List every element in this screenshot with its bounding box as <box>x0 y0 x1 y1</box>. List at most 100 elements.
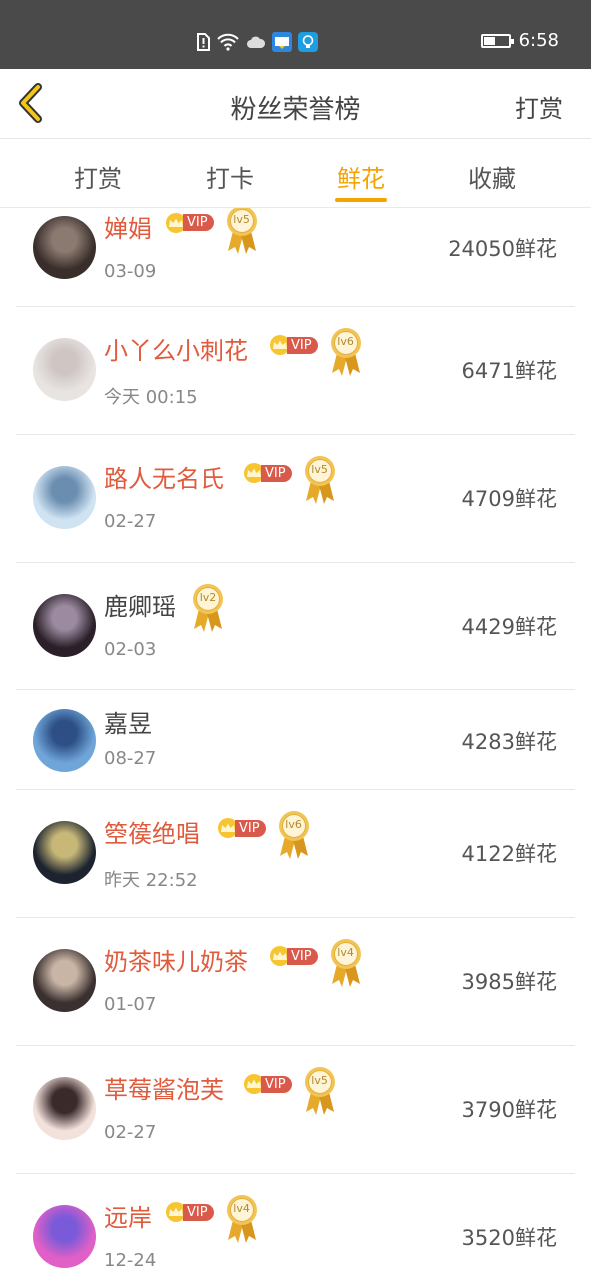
fan-date: 08-27 <box>104 748 157 769</box>
fan-date: 03-09 <box>104 260 157 282</box>
level-label: lv2 <box>199 590 217 604</box>
flower-count: 24050鲜花 <box>448 236 557 261</box>
vip-badge: VIP <box>242 463 292 483</box>
vip-label: VIP <box>287 947 318 965</box>
active-tab-indicator <box>335 198 387 202</box>
avatar[interactable] <box>33 1205 96 1268</box>
list-item[interactable]: 远岸 VIP lv4 12-24 3520鲜花 <box>0 1174 591 1280</box>
badges: VIP lv5 <box>242 455 338 505</box>
level-medal: lv4 <box>328 938 364 988</box>
vip-badge: VIP <box>268 946 318 966</box>
flower-count: 3520鲜花 <box>461 1226 557 1250</box>
level-medal: lv4 <box>224 1194 260 1244</box>
list-item[interactable]: 嘉昱 08-27 4283鲜花 <box>0 690 591 790</box>
level-medal: lv5 <box>302 1066 338 1116</box>
list-item[interactable]: 鹿卿瑶 lv2 02-03 4429鲜花 <box>0 563 591 690</box>
vip-label: VIP <box>287 336 318 354</box>
fan-name[interactable]: 小丫么小刺花 <box>104 331 248 366</box>
badges: VIP lv4 <box>164 1194 260 1244</box>
badges: VIP lv4 <box>268 938 364 988</box>
tab-checkin[interactable]: 打卡 <box>190 159 270 194</box>
fan-name[interactable]: 嘉昱 <box>104 704 152 739</box>
status-icons <box>196 32 318 52</box>
fan-date: 02-27 <box>104 1122 157 1143</box>
header: 粉丝荣誉榜 打赏 <box>0 69 591 139</box>
app-notification-icon <box>272 32 292 52</box>
battery-icon <box>480 33 514 48</box>
vip-label: VIP <box>261 464 292 482</box>
fan-name[interactable]: 奶茶味儿奶茶 <box>104 942 248 977</box>
fan-date: 02-27 <box>104 511 157 532</box>
avatar[interactable] <box>33 821 96 884</box>
wifi-icon <box>217 33 239 51</box>
clock: 6:58 <box>518 30 559 51</box>
flower-count: 4709鲜花 <box>461 487 557 511</box>
tab-favorites[interactable]: 收藏 <box>452 159 532 194</box>
vip-badge: VIP <box>268 335 318 355</box>
page-title: 粉丝荣誉榜 <box>230 95 361 125</box>
fan-name[interactable]: 远岸 <box>104 1198 152 1233</box>
level-label: lv5 <box>311 463 328 476</box>
avatar[interactable] <box>33 593 96 657</box>
list-item[interactable]: 草莓酱泡芙 VIP lv5 02-27 3790鲜花 <box>0 1046 591 1174</box>
sim-alert-icon <box>197 33 210 51</box>
flower-count: 3985鲜花 <box>461 970 557 994</box>
list-item[interactable]: 婵娟 VIP lv5 03-09 24050鲜花 <box>0 208 591 307</box>
list-item[interactable]: 箜篌绝唱 VIP lv6 昨天 22:52 4122鲜花 <box>0 790 591 918</box>
level-medal: lv6 <box>328 327 364 377</box>
tab-bar: 打赏 打卡 鲜花 收藏 <box>0 139 591 208</box>
avatar[interactable] <box>33 215 96 279</box>
flower-count: 4122鲜花 <box>461 842 557 866</box>
vip-badge: VIP <box>164 212 214 233</box>
fan-name[interactable]: 鹿卿瑶 <box>104 587 176 622</box>
badges: VIP lv6 <box>268 327 364 377</box>
avatar[interactable] <box>33 709 96 772</box>
vip-label: VIP <box>183 214 214 231</box>
flower-count: 6471鲜花 <box>461 359 557 383</box>
flower-count: 4283鲜花 <box>461 730 557 754</box>
badges: lv2 <box>190 583 226 633</box>
list-item[interactable]: 小丫么小刺花 VIP lv6 今天 00:15 6471鲜花 <box>0 307 591 435</box>
vip-badge: VIP <box>216 818 266 838</box>
fan-date: 02-03 <box>104 638 157 660</box>
badges: VIP lv5 <box>242 1066 338 1116</box>
level-label: lv6 <box>285 818 302 831</box>
tab-flowers[interactable]: 鲜花 <box>321 159 401 194</box>
vip-badge: VIP <box>164 1202 214 1222</box>
fan-date: 01-07 <box>104 994 157 1015</box>
list-item[interactable]: 奶茶味儿奶茶 VIP lv4 01-07 3985鲜花 <box>0 918 591 1046</box>
tab-reward[interactable]: 打赏 <box>58 159 138 194</box>
level-label: lv4 <box>233 1202 250 1215</box>
list-item[interactable]: 路人无名氏 VIP lv5 02-27 4709鲜花 <box>0 435 591 563</box>
fan-date: 今天 00:15 <box>104 387 198 408</box>
avatar[interactable] <box>33 338 96 401</box>
fan-name[interactable]: 路人无名氏 <box>104 459 224 494</box>
vip-label: VIP <box>235 819 266 837</box>
level-medal: lv2 <box>190 583 226 633</box>
reward-button[interactable]: 打赏 <box>515 89 563 124</box>
vip-label: VIP <box>183 1203 214 1221</box>
badges: VIP lv5 <box>164 208 260 255</box>
avatar[interactable] <box>33 949 96 1012</box>
badges: VIP lv6 <box>216 810 312 860</box>
vip-label: VIP <box>261 1075 292 1093</box>
level-medal: lv6 <box>276 810 312 860</box>
cloud-icon <box>247 36 266 48</box>
level-label: lv5 <box>233 212 250 226</box>
fan-ranking-list[interactable]: 婵娟 VIP lv5 03-09 24050鲜花小丫么小刺花 VIP lv6 今天 00:15… <box>0 208 591 1280</box>
status-right: 6:58 <box>480 30 559 51</box>
level-label: lv5 <box>311 1074 328 1087</box>
avatar[interactable] <box>33 1077 96 1140</box>
fan-name[interactable]: 婵娟 <box>104 209 152 244</box>
flower-count: 4429鲜花 <box>461 614 557 639</box>
vip-badge: VIP <box>242 1074 292 1094</box>
fan-name[interactable]: 箜篌绝唱 <box>104 814 200 849</box>
status-bar: 6:58 <box>0 0 591 69</box>
fan-name[interactable]: 草莓酱泡芙 <box>104 1070 224 1105</box>
level-medal: lv5 <box>302 455 338 505</box>
avatar[interactable] <box>33 466 96 529</box>
level-medal: lv5 <box>224 208 260 255</box>
flower-count: 3790鲜花 <box>461 1098 557 1122</box>
fan-date: 12-24 <box>104 1250 157 1271</box>
level-label: lv6 <box>337 335 354 348</box>
